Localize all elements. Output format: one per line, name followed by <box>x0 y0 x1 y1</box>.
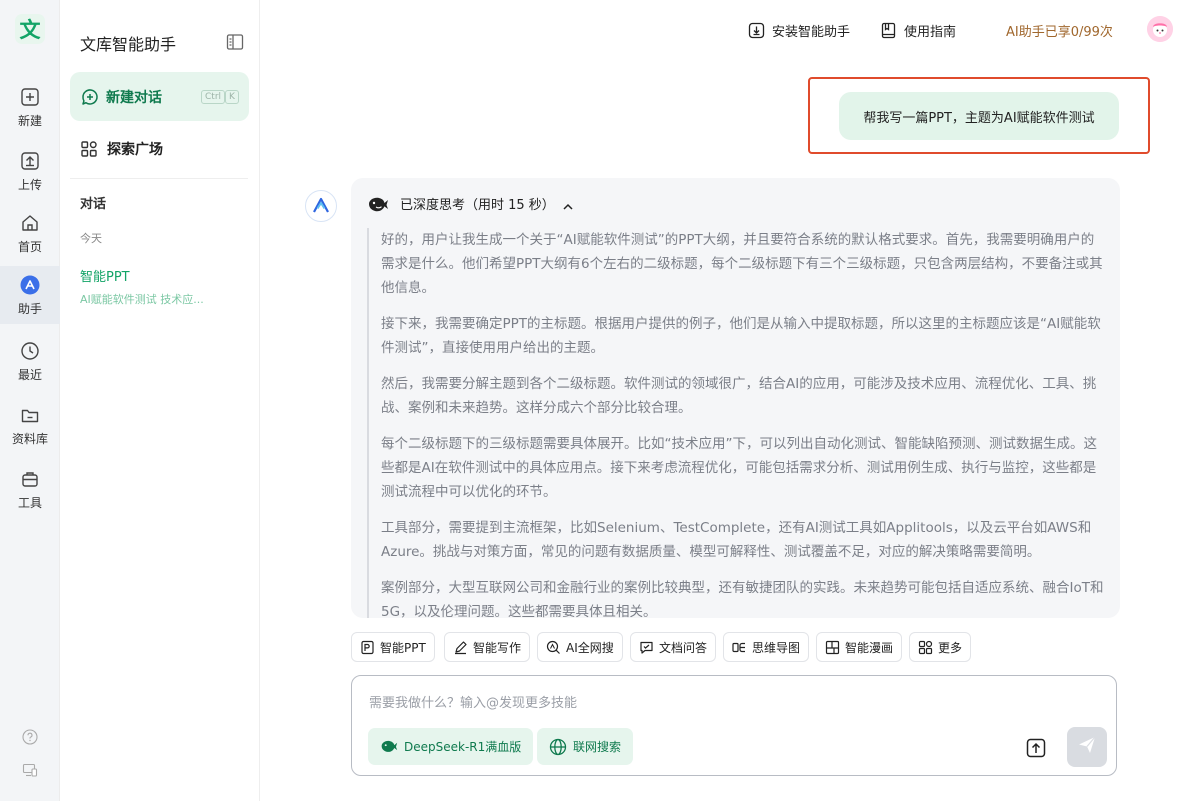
tool-label: 更多 <box>938 640 963 655</box>
date-group-label: 今天 <box>80 232 102 245</box>
rail-label: 首页 <box>17 240 42 254</box>
deepseek-whale-icon <box>367 195 389 213</box>
tool-more[interactable]: 更多 <box>909 632 972 662</box>
thinking-paragraph: 接下来，我需要确定PPT的主标题。根据用户提供的例子，他们是从输入中提取标题，所… <box>381 316 1101 356</box>
download-icon <box>748 22 765 39</box>
conversation-title: 智能PPT <box>80 270 130 285</box>
grid-icon <box>80 140 98 158</box>
new-chat-button[interactable]: 新建对话 Ctrl K <box>70 72 249 121</box>
thinking-paragraph: 工具部分，需要提到主流框架，比如Selenium、TestComplete，还有… <box>381 520 1092 560</box>
ai-search-icon <box>546 640 561 655</box>
explore-square-button[interactable]: 探索广场 <box>70 132 249 166</box>
rail-label: 最近 <box>17 368 42 382</box>
thinking-paragraph: 每个二级标题下的三级标题需要具体展开。比如“技术应用”下，可以列出自动化测试、智… <box>381 436 1097 500</box>
tool-smart-comic[interactable]: 智能漫画 <box>816 632 903 662</box>
rail-recent[interactable]: 最近 <box>0 334 60 390</box>
help-icon[interactable] <box>20 727 40 747</box>
tool-smart-ppt[interactable]: 智能PPT <box>351 632 435 662</box>
new-chat-label: 新建对话 <box>106 89 162 106</box>
conversation-subtitle: AI赋能软件测试 技术应... <box>80 293 204 306</box>
book-icon <box>880 22 897 39</box>
clock-icon <box>19 340 41 362</box>
rail-label: 新建 <box>17 114 42 128</box>
tool-label: 思维导图 <box>752 640 801 655</box>
left-rail: 文 新建 上传 首页 助手 最近 资料库 工具 <box>0 0 60 801</box>
upload-file-icon[interactable] <box>1025 737 1047 759</box>
thinking-paragraph: 好的，用户让我生成一个关于“AI赋能软件测试”的PPT大纲，并且要符合系统的默认… <box>381 232 1103 296</box>
conversations-heading: 对话 <box>80 197 107 212</box>
thinking-paragraph: 然后，我需要分解主题到各个二级标题。软件测试的领域很广，结合AI的应用，可能涉及… <box>381 376 1097 416</box>
rail-label: 上传 <box>17 178 42 192</box>
sidebar-title: 文库智能助手 <box>80 35 177 54</box>
explore-label: 探索广场 <box>107 142 163 158</box>
model-chip-label: DeepSeek-R1满血版 <box>404 740 522 754</box>
rail-new[interactable]: 新建 <box>0 80 60 136</box>
chevron-up-icon <box>562 198 574 210</box>
rail-label: 资料库 <box>11 432 48 446</box>
pen-icon <box>453 640 468 655</box>
folder-icon <box>19 404 41 426</box>
thinking-toggle[interactable]: 已深度思考（用时 15 秒） <box>367 194 574 213</box>
tool-label: 智能写作 <box>473 640 522 655</box>
rail-library[interactable]: 资料库 <box>0 398 60 454</box>
tool-label: 文档问答 <box>659 640 708 655</box>
rail-upload[interactable]: 上传 <box>0 144 60 200</box>
prompt-composer: DeepSeek-R1满血版 联网搜索 <box>351 675 1117 776</box>
tool-label: AI全网搜 <box>566 640 614 655</box>
assistant-response-card: 已深度思考（用时 15 秒） 好的，用户让我生成一个关于“AI赋能软件测试”的P… <box>351 178 1120 618</box>
thinking-content: 好的，用户让我生成一个关于“AI赋能软件测试”的PPT大纲，并且要符合系统的默认… <box>367 228 1107 618</box>
install-assistant-link[interactable]: 安装智能助手 <box>748 20 850 40</box>
rail-home[interactable]: 首页 <box>0 206 60 262</box>
upload-icon <box>19 150 41 172</box>
send-button[interactable] <box>1067 727 1107 767</box>
toolbox-icon <box>19 468 41 490</box>
guide-label: 使用指南 <box>904 24 957 40</box>
globe-icon <box>549 738 567 756</box>
assistant-icon <box>19 274 41 296</box>
usage-quota: AI助手已享0/99次 <box>1006 25 1113 40</box>
sidebar: 文库智能助手 新建对话 Ctrl K 探索广场 对话 今天 智能PPT AI赋能… <box>60 0 260 801</box>
web-search-chip[interactable]: 联网搜索 <box>537 728 634 765</box>
tool-ai-search[interactable]: AI全网搜 <box>537 632 623 662</box>
rail-label: 助手 <box>17 302 42 316</box>
doc-chat-icon <box>639 640 654 655</box>
divider <box>70 178 248 179</box>
user-guide-link[interactable]: 使用指南 <box>880 20 956 40</box>
shortcut-k: K <box>225 90 239 104</box>
app-logo[interactable]: 文 <box>15 14 45 44</box>
send-icon <box>1077 735 1097 759</box>
deepseek-model-chip[interactable]: DeepSeek-R1满血版 <box>368 728 534 765</box>
grid-icon <box>918 640 933 655</box>
deepseek-whale-icon <box>380 738 398 756</box>
device-icon[interactable] <box>20 760 40 780</box>
web-search-label: 联网搜索 <box>573 740 622 754</box>
thinking-header-label: 已深度思考（用时 15 秒） <box>400 198 555 213</box>
tool-label: 智能PPT <box>380 640 426 655</box>
tool-doc-qa[interactable]: 文档问答 <box>630 632 717 662</box>
comic-icon <box>825 640 840 655</box>
tool-smart-writing[interactable]: 智能写作 <box>444 632 531 662</box>
ppt-icon <box>360 640 375 655</box>
assistant-avatar <box>305 190 337 222</box>
home-icon <box>19 212 41 234</box>
tool-mindmap[interactable]: 思维导图 <box>723 632 810 662</box>
mindmap-icon <box>732 640 747 655</box>
install-label: 安装智能助手 <box>772 24 851 40</box>
user-message: 帮我写一篇PPT，主题为AI赋能软件测试 <box>839 92 1119 140</box>
sidebar-collapse-icon[interactable] <box>226 33 244 51</box>
tool-label: 智能漫画 <box>845 640 894 655</box>
rail-assistant[interactable]: 助手 <box>0 266 60 324</box>
conversation-item[interactable]: 智能PPT AI赋能软件测试 技术应... <box>80 266 240 307</box>
rail-tools[interactable]: 工具 <box>0 462 60 518</box>
shortcut-ctrl: Ctrl <box>201 90 226 104</box>
plus-icon <box>19 86 41 108</box>
avatar[interactable] <box>1147 16 1173 42</box>
rail-label: 工具 <box>17 496 42 510</box>
prompt-input[interactable] <box>369 692 1069 714</box>
thinking-paragraph: 案例部分，大型互联网公司和金融行业的案例比较典型，还有敏捷团队的实践。未来趋势可… <box>381 580 1104 618</box>
new-chat-icon <box>80 87 100 107</box>
